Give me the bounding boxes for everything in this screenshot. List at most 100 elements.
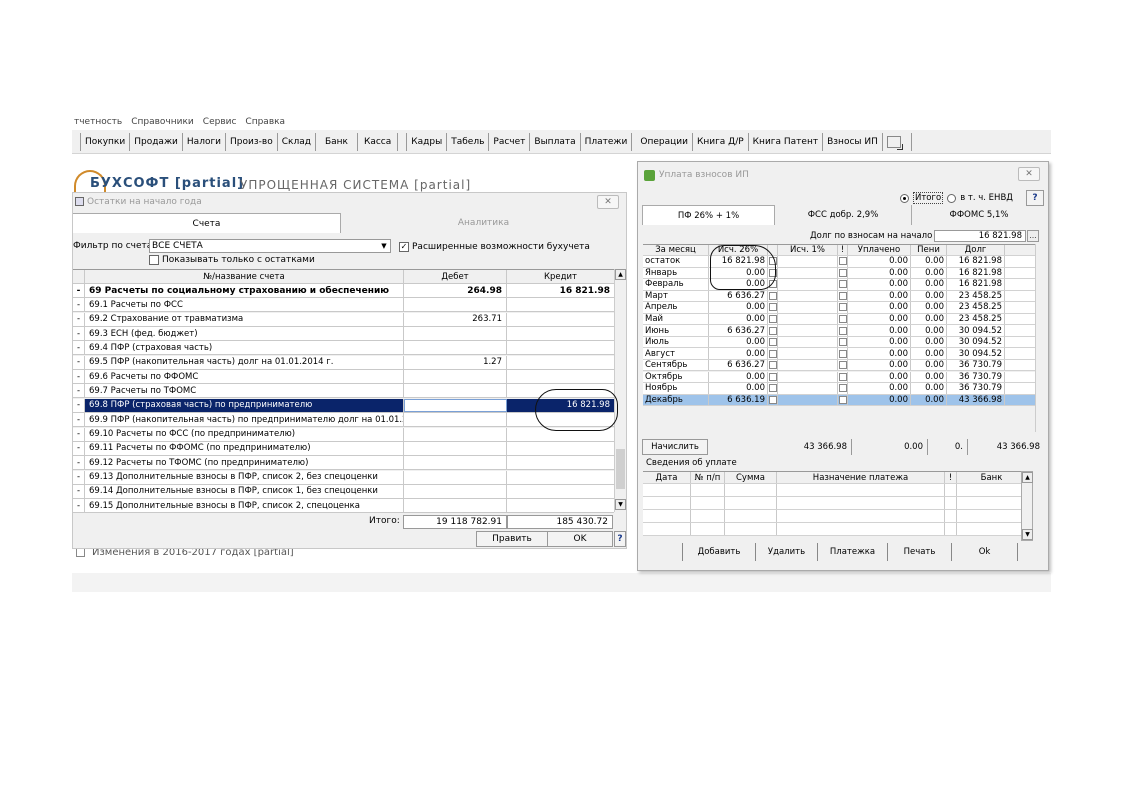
- menu-item-service[interactable]: Сервис: [203, 117, 237, 127]
- row-expand-icon[interactable]: -: [73, 427, 85, 441]
- add-button[interactable]: Добавить: [682, 543, 756, 561]
- table-row[interactable]: -69.4 ПФР (страховая часть): [73, 341, 614, 356]
- menu-item-directories[interactable]: Справочники: [131, 117, 194, 127]
- payment-order-button[interactable]: Платежка: [818, 543, 888, 561]
- table-row[interactable]: -69.7 Расчеты по ТФОМС: [73, 384, 614, 399]
- toolbar-button-payments[interactable]: Платежи: [581, 132, 633, 151]
- table-row[interactable]: Апрель 0.00 0.00 0.00 23 458.25: [643, 302, 1035, 314]
- row-checkbox[interactable]: [768, 349, 777, 358]
- help-button[interactable]: ?: [614, 531, 626, 547]
- ok-button[interactable]: Ok: [952, 543, 1018, 561]
- column-header-flag[interactable]: !: [945, 472, 957, 483]
- toolbar-button-sales[interactable]: Продажи: [130, 132, 183, 151]
- table-row[interactable]: Март 6 636.27 0.00 0.00 23 458.25: [643, 290, 1035, 303]
- accruals-scrollbar[interactable]: [1035, 244, 1045, 432]
- row-checkbox[interactable]: [768, 395, 777, 404]
- column-header-flag[interactable]: !: [838, 245, 848, 255]
- row-expand-icon[interactable]: -: [73, 298, 85, 312]
- row-checkbox[interactable]: [838, 280, 847, 289]
- help-button[interactable]: ?: [1026, 190, 1044, 206]
- toolbar-add-icon[interactable]: [886, 135, 903, 150]
- row-checkbox[interactable]: [838, 349, 847, 358]
- table-row[interactable]: Январь 0.00 0.00 0.00 16 821.98: [643, 267, 1035, 280]
- toolbar-button-ip-contributions[interactable]: Взносы ИП: [823, 132, 883, 151]
- tab-analytics[interactable]: Аналитика: [341, 213, 626, 233]
- column-header-bank[interactable]: Банк: [957, 472, 1027, 483]
- table-row[interactable]: остаток 16 821.98 0.00 0.00 16 821.98: [643, 256, 1035, 268]
- table-row[interactable]: Ноябрь 0.00 0.00 0.00 36 730.79: [643, 383, 1035, 395]
- column-header-purpose[interactable]: Назначение платежа: [777, 472, 945, 483]
- column-header-date[interactable]: Дата: [643, 472, 691, 483]
- tab-social-insurance[interactable]: ФСС добр. 2,9%: [775, 205, 912, 225]
- table-row[interactable]: Октябрь 0.00 0.00 0.00 36 730.79: [643, 371, 1035, 383]
- account-filter-select[interactable]: ВСЕ СЧЕТА ▼: [149, 239, 391, 253]
- table-row[interactable]: Август 0.00 0.00 0.00 30 094.52: [643, 348, 1035, 360]
- table-row[interactable]: -69.3 ЕСН (фед. бюджет): [73, 327, 614, 342]
- print-button[interactable]: Печать: [888, 543, 952, 561]
- table-row[interactable]: -69 Расчеты по социальному страхованию и…: [73, 284, 614, 298]
- row-expand-icon[interactable]: -: [73, 456, 85, 470]
- row-checkbox[interactable]: [838, 291, 847, 300]
- table-row[interactable]: -69.10 Расчеты по ФСС (по предпринимател…: [73, 427, 614, 442]
- table-row[interactable]: -69.8 ПФР (страховая часть) по предприни…: [73, 398, 614, 413]
- radio-envd[interactable]: [947, 193, 957, 203]
- table-row[interactable]: [643, 523, 1027, 536]
- row-checkbox[interactable]: [838, 268, 847, 277]
- column-header-sum[interactable]: Сумма: [725, 472, 777, 483]
- table-row[interactable]: Май 0.00 0.00 0.00 23 458.25: [643, 313, 1035, 326]
- column-header-account[interactable]: №/название счета: [85, 270, 404, 283]
- table-row[interactable]: [643, 497, 1027, 510]
- row-checkbox[interactable]: [838, 395, 847, 404]
- table-row[interactable]: -69.1 Расчеты по ФСС: [73, 298, 614, 313]
- menu-item-help[interactable]: Справка: [245, 117, 285, 127]
- toolbar-button-payout[interactable]: Выплата: [530, 132, 581, 151]
- row-checkbox[interactable]: [768, 372, 777, 381]
- column-header-paid[interactable]: Уплачено: [848, 245, 911, 255]
- row-checkbox[interactable]: [768, 291, 777, 300]
- row-checkbox[interactable]: [838, 315, 847, 323]
- row-checkbox[interactable]: [768, 361, 777, 370]
- row-checkbox[interactable]: [768, 303, 777, 312]
- table-row[interactable]: Февраль 0.00 0.00 0.00 16 821.98: [643, 279, 1035, 291]
- toolbar-button-calculation[interactable]: Расчет: [489, 132, 531, 151]
- scroll-up-icon[interactable]: ▲: [1022, 472, 1033, 483]
- column-header-accrued-1[interactable]: Исч. 1%: [778, 245, 838, 255]
- row-checkbox[interactable]: [768, 268, 777, 277]
- row-expand-icon[interactable]: -: [73, 413, 85, 427]
- row-expand-icon[interactable]: -: [73, 312, 85, 326]
- row-checkbox[interactable]: [768, 384, 777, 393]
- ok-button[interactable]: OK: [547, 531, 613, 547]
- row-checkbox[interactable]: [838, 303, 847, 312]
- table-row[interactable]: -69.14 Дополнительные взносы в ПФР, спис…: [73, 484, 614, 499]
- row-expand-icon[interactable]: -: [73, 441, 85, 455]
- accrue-button[interactable]: Начислить: [642, 439, 708, 455]
- table-row[interactable]: -69.12 Расчеты по ТФОМС (по предпринимат…: [73, 456, 614, 471]
- toolbar-button-operations[interactable]: Операции: [636, 132, 693, 151]
- tab-accounts[interactable]: Счета: [73, 213, 341, 233]
- column-header-number[interactable]: № п/п: [691, 472, 725, 483]
- row-expand-icon[interactable]: -: [73, 398, 85, 412]
- row-checkbox[interactable]: [838, 326, 847, 335]
- column-header-month[interactable]: За месяц: [643, 245, 709, 255]
- edit-button[interactable]: Править: [476, 531, 548, 547]
- row-checkbox[interactable]: [768, 326, 777, 335]
- tab-medical-insurance[interactable]: ФФОМС 5,1%: [912, 205, 1046, 225]
- toolbar-button-warehouse[interactable]: Склад: [278, 132, 316, 151]
- toolbar-button-income-book[interactable]: Книга Д/Р: [693, 132, 749, 151]
- row-expand-icon[interactable]: -: [73, 484, 85, 498]
- scroll-down-icon[interactable]: ▼: [1022, 529, 1033, 540]
- table-row[interactable]: -69.9 ПФР (накопительная часть) по предп…: [73, 413, 614, 428]
- tab-pension-fund[interactable]: ПФ 26% + 1%: [642, 205, 775, 225]
- scroll-down-icon[interactable]: ▼: [615, 499, 626, 510]
- row-checkbox[interactable]: [838, 361, 847, 370]
- row-expand-icon[interactable]: -: [73, 355, 85, 369]
- close-icon[interactable]: ✕: [1018, 167, 1040, 181]
- scroll-up-icon[interactable]: ▲: [615, 269, 626, 280]
- table-row[interactable]: -69.13 Дополнительные взносы в ПФР, спис…: [73, 470, 614, 485]
- extended-mode-checkbox[interactable]: ✓: [399, 242, 409, 252]
- row-checkbox[interactable]: [768, 338, 777, 347]
- table-row[interactable]: -69.2 Страхование от травматизма 263.71: [73, 312, 614, 327]
- toolbar-button-production[interactable]: Произ-во: [226, 132, 278, 151]
- opening-debt-field[interactable]: 16 821.98: [934, 230, 1026, 242]
- row-checkbox[interactable]: [768, 315, 777, 323]
